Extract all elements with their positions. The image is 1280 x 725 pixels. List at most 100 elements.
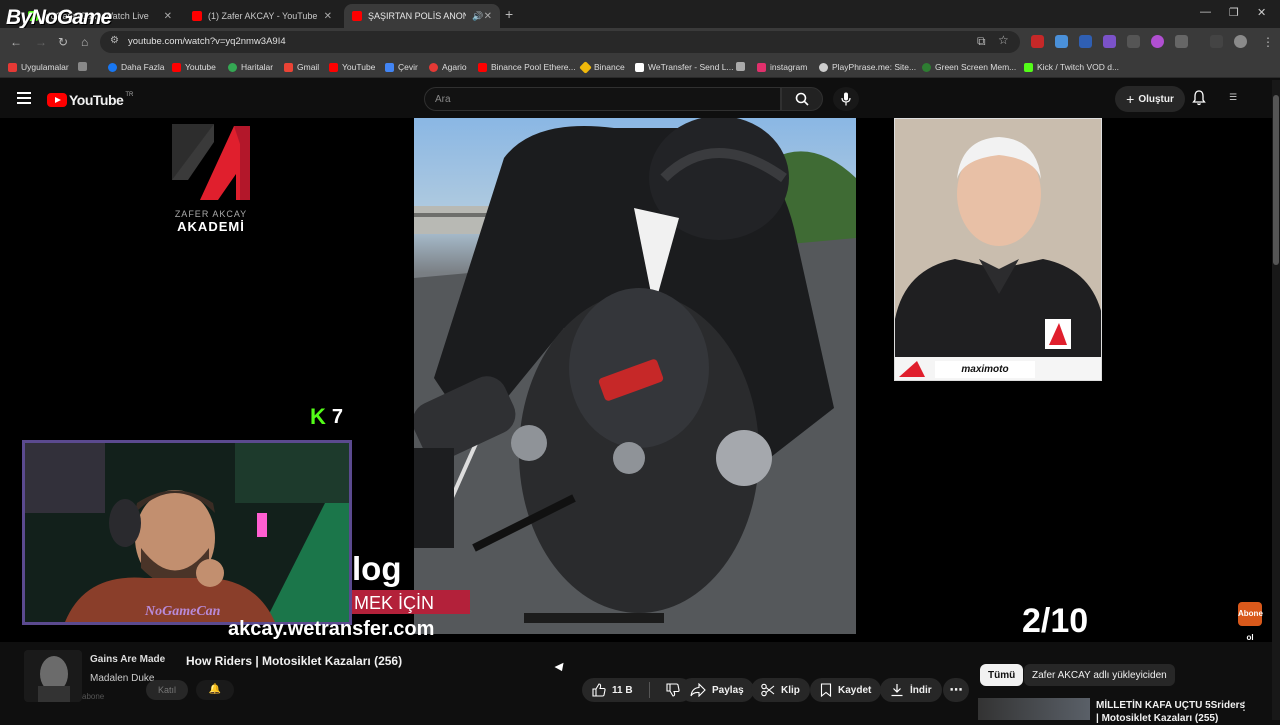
vlog-overlay-text: log (352, 550, 402, 587)
subscribe-badge[interactable]: Abone ol (1238, 602, 1263, 642)
extension-new-icon[interactable] (1031, 35, 1044, 48)
voice-search-button[interactable] (833, 87, 859, 111)
clip-button[interactable]: Klip (751, 678, 810, 702)
new-tab-button[interactable]: + (505, 6, 513, 22)
extension-grid-icon[interactable] (1127, 35, 1140, 48)
bookmark-more[interactable]: Daha Fazla (108, 62, 164, 72)
more-actions-button[interactable]: ⋯ (943, 678, 969, 702)
create-label: Oluştur (1138, 93, 1174, 105)
bookmark-kick-vod[interactable]: Kick / Twitch VOD d... (1024, 62, 1119, 72)
reading-list-icon[interactable] (1210, 35, 1223, 48)
close-tab-icon[interactable]: ✕ (484, 11, 492, 22)
reload-icon[interactable]: ↻ (58, 35, 68, 49)
like-separator (648, 682, 650, 698)
share-label: Paylaş (712, 684, 744, 696)
bookmark-youtube[interactable]: Youtube (172, 62, 216, 72)
create-button[interactable]: + Oluştur (1115, 86, 1185, 112)
akademi-name: AKADEMİ (177, 219, 245, 234)
youtube-icon (478, 62, 487, 72)
bookmark-gmail[interactable]: Gmail (284, 62, 319, 72)
youtube-icon (329, 62, 338, 72)
omnibox[interactable]: ⚙ youtube.com/watch?v=yq2nmw3A9I4 (100, 31, 1020, 53)
bookmark-star-icon[interactable]: ☆ (998, 33, 1009, 47)
bookmark-instagram[interactable]: instagram (757, 62, 807, 72)
home-icon[interactable]: ⌂ (81, 35, 88, 49)
bookmark-label: PlayPhrase.me: Site... (832, 62, 917, 72)
like-count: 11 B (612, 684, 633, 696)
extensions-puzzle-icon[interactable] (1175, 35, 1188, 48)
bookmark-grid[interactable] (78, 62, 91, 71)
bookmark-wetransfer[interactable]: WeTransfer - Send L... (635, 62, 734, 72)
bookmark-binance[interactable]: Binance (579, 60, 625, 74)
extension-pen-icon[interactable] (1103, 35, 1116, 48)
video-player[interactable]: ZAFER AKCAY AKADEMİ maximoto K 7 NoGameC… (0, 118, 1272, 642)
youtube-favicon-icon (352, 11, 362, 21)
join-button[interactable]: Katıl (146, 680, 188, 700)
bookmark-apps[interactable]: Uygulamalar (8, 62, 69, 72)
share-button[interactable]: Paylaş (680, 678, 754, 702)
notifications-button[interactable] (1192, 90, 1206, 111)
bookmark-agario[interactable]: Agario (429, 62, 467, 72)
scrollbar-thumb[interactable] (1273, 95, 1279, 265)
bookmark-playphrase[interactable]: PlayPhrase.me: Site... (819, 62, 916, 72)
bookmark-label: Binance Pool Ethere... (491, 62, 576, 72)
browser-tab-zafer[interactable]: (1) Zafer AKCAY - YouTube ✕ (184, 4, 340, 28)
bookmark-translate[interactable]: Çevir (385, 62, 418, 72)
binance-icon (579, 60, 592, 74)
like-button[interactable]: 11 B (582, 678, 643, 702)
youtube-icon (172, 62, 181, 72)
restore-icon[interactable]: ❐ (1229, 6, 1239, 19)
subscribe-bell-button[interactable]: 🔔 (196, 680, 234, 700)
extension-s-icon[interactable] (1151, 35, 1164, 48)
streamer-person-illustration (25, 443, 349, 622)
bookmarks-bar: Uygulamalar Daha Fazla Youtube Haritalar… (0, 56, 1280, 78)
close-window-icon[interactable]: ✕ (1257, 6, 1266, 19)
profile-avatar-icon[interactable] (1234, 35, 1247, 48)
bookmark-label: Green Screen Mem... (935, 62, 1017, 72)
channel-avatar[interactable] (24, 650, 82, 702)
kick-count: 7 (331, 405, 344, 428)
video-title-text: How Riders | Motosiklet Kazaları (256) (186, 654, 403, 668)
close-tab-icon[interactable]: ✕ (324, 11, 332, 22)
back-icon[interactable]: ← (10, 35, 22, 49)
download-button[interactable]: İndir (880, 678, 942, 702)
guest-person-illustration (895, 119, 1101, 380)
bookmark-binance-pool[interactable]: Binance Pool Ethere... (478, 62, 576, 72)
search-input[interactable]: Ara (424, 87, 781, 111)
tab-title: ŞAŞIRTAN POLİS ANONSU (368, 11, 467, 21)
menu-hamburger-icon[interactable] (17, 92, 31, 104)
bookmark-youtube-2[interactable]: YouTube (329, 62, 375, 72)
speaker-icon[interactable]: 🔊 (472, 11, 483, 22)
recommended-more-icon[interactable]: ⋮ (1238, 699, 1250, 713)
bookmark-label: Çevir (398, 62, 418, 72)
site-info-icon[interactable]: ⚙ (110, 35, 119, 46)
youtube-logo[interactable]: YouTube TR (47, 92, 133, 108)
chip-all[interactable]: Tümü (980, 664, 1024, 686)
share-arrow-icon (690, 683, 706, 697)
install-app-icon[interactable]: ⧉ (977, 34, 986, 49)
search-button[interactable] (781, 87, 823, 111)
recommended-thumbnail[interactable] (978, 698, 1090, 720)
save-label: Kaydet (838, 684, 872, 696)
account-menu-icon[interactable]: ☰ (1229, 92, 1237, 103)
forward-icon[interactable]: → (35, 35, 47, 49)
save-button[interactable]: Kaydet (810, 678, 882, 702)
bookmark-maps[interactable]: Haritalar (228, 62, 273, 72)
bookmark-greenscreen[interactable]: Green Screen Mem... (922, 62, 1016, 72)
close-tab-icon[interactable]: ✕ (164, 11, 172, 22)
extension-wave-icon[interactable] (1079, 35, 1092, 48)
browser-tab-active[interactable]: ŞAŞIRTAN POLİS ANONSU 🔊 ✕ (344, 4, 500, 28)
recommended-title[interactable]: MİLLETİN KAFA UÇTU 5Sriders | Motosiklet… (1096, 699, 1245, 725)
bookmark-misc[interactable] (736, 62, 749, 71)
plus-icon: + (1126, 91, 1135, 107)
browser-menu-icon[interactable]: ⋮ (1262, 35, 1274, 49)
clip-counter: 2/10 (1022, 602, 1089, 640)
bookmark-label: Daha Fazla (121, 62, 165, 72)
avatar-illustration (24, 650, 82, 702)
minimize-icon[interactable]: — (1200, 6, 1211, 18)
za-logo-icon (172, 124, 250, 200)
microphone-icon (841, 92, 851, 106)
chip-uploader[interactable]: Zafer AKCAY adlı yükleyiciden (1024, 664, 1175, 686)
extension-translate-icon[interactable] (1055, 35, 1068, 48)
bookmark-label: Gmail (297, 62, 320, 72)
